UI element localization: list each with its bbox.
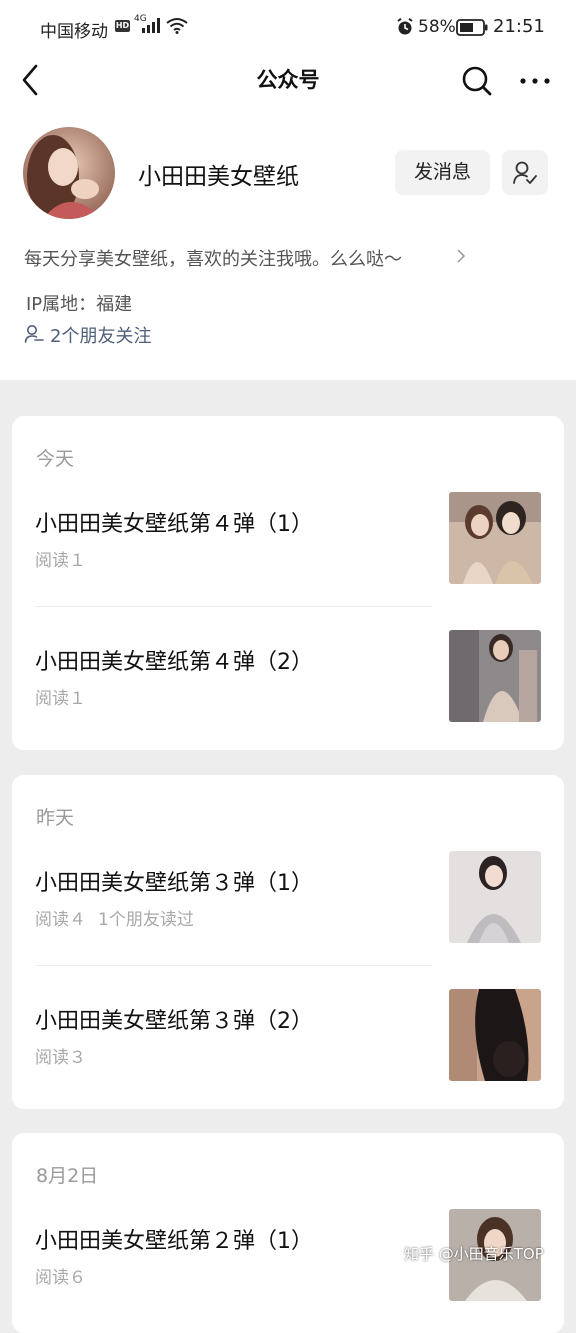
follow-status-button[interactable] [502, 150, 548, 195]
article-title: 小田田美女壁纸第４弹（1） [35, 512, 313, 537]
battery-percent: 58% [418, 17, 456, 37]
followed-user-icon [513, 161, 537, 184]
read-count: 阅读４ [35, 910, 86, 930]
article-read-count: 阅读１ [35, 684, 86, 709]
carrier-name: 中国移动 [40, 22, 108, 42]
send-message-button[interactable]: 发消息 [395, 150, 490, 195]
article-read-count: 阅读３ [35, 1043, 86, 1068]
signal-icon [142, 18, 160, 33]
article-group-card: 8月2日 小田田美女壁纸第２弹（1） 阅读６ [12, 1133, 564, 1333]
watermark-text: 知乎 @小田音乐TOP [404, 1245, 544, 1263]
clock: 21:51 [493, 16, 545, 37]
article-thumbnail [449, 492, 541, 584]
article-title: 小田田美女壁纸第２弹（1） [35, 1229, 313, 1254]
article-item[interactable]: 小田田美女壁纸第２弹（1） 阅读６ [12, 1209, 564, 1324]
article-title: 小田田美女壁纸第４弹（2） [35, 650, 313, 675]
friends-read-text: 1个朋友读过 [98, 910, 194, 930]
article-item[interactable]: 小田田美女壁纸第３弹（1） 阅读４ 1个朋友读过 [12, 851, 564, 966]
back-arrow-icon[interactable] [16, 63, 46, 97]
user-icon [24, 325, 44, 343]
article-read-count: 阅读６ [35, 1263, 86, 1288]
article-item[interactable]: 小田田美女壁纸第４弹（1） 阅读１ [12, 492, 564, 607]
article-read-count: 阅读４ 1个朋友读过 [35, 905, 194, 930]
status-bar: 中国移动 HD 4G 58% 21:51 [0, 0, 576, 56]
search-icon[interactable] [460, 64, 494, 98]
article-group-card: 昨天 小田田美女壁纸第３弹（1） 阅读４ 1个朋友读过 小田田美女壁纸第３弹（2）… [12, 775, 564, 1109]
article-title: 小田田美女壁纸第３弹（1） [35, 871, 313, 896]
wifi-icon [166, 18, 188, 34]
article-item[interactable]: 小田田美女壁纸第４弹（2） 阅读１ [12, 630, 564, 745]
group-date-label: 8月2日 [36, 1165, 99, 1187]
article-read-count: 阅读１ [35, 546, 86, 571]
read-count: 阅读１ [35, 689, 86, 709]
chevron-right-icon [457, 249, 466, 263]
more-options-icon[interactable] [518, 64, 552, 98]
read-count: 阅读３ [35, 1048, 86, 1068]
hd-badge: HD [115, 20, 130, 32]
article-group-card: 今天 小田田美女壁纸第４弹（1） 阅读１ 小田田美女壁纸第４弹（2） 阅读１ [12, 416, 564, 750]
alarm-icon [397, 18, 413, 35]
article-thumbnail [449, 630, 541, 722]
article-thumbnail [449, 851, 541, 943]
account-description[interactable]: 每天分享美女壁纸，喜欢的关注我哦。么么哒～ [24, 245, 402, 271]
read-count: 阅读６ [35, 1268, 86, 1288]
article-item[interactable]: 小田田美女壁纸第３弹（2） 阅读３ [12, 989, 564, 1104]
read-count: 阅读１ [35, 551, 86, 571]
article-thumbnail [449, 989, 541, 1081]
battery-icon [456, 19, 488, 36]
friends-following-text: 2个朋友关注 [50, 326, 152, 347]
divider [35, 606, 432, 607]
article-title: 小田田美女壁纸第３弹（2） [35, 1009, 313, 1034]
account-name: 小田田美女壁纸 [138, 164, 299, 190]
account-avatar[interactable] [23, 127, 115, 219]
ip-location: IP属地：福建 [26, 294, 133, 315]
divider [35, 965, 432, 966]
group-date-label: 昨天 [36, 807, 75, 829]
group-date-label: 今天 [36, 448, 75, 470]
